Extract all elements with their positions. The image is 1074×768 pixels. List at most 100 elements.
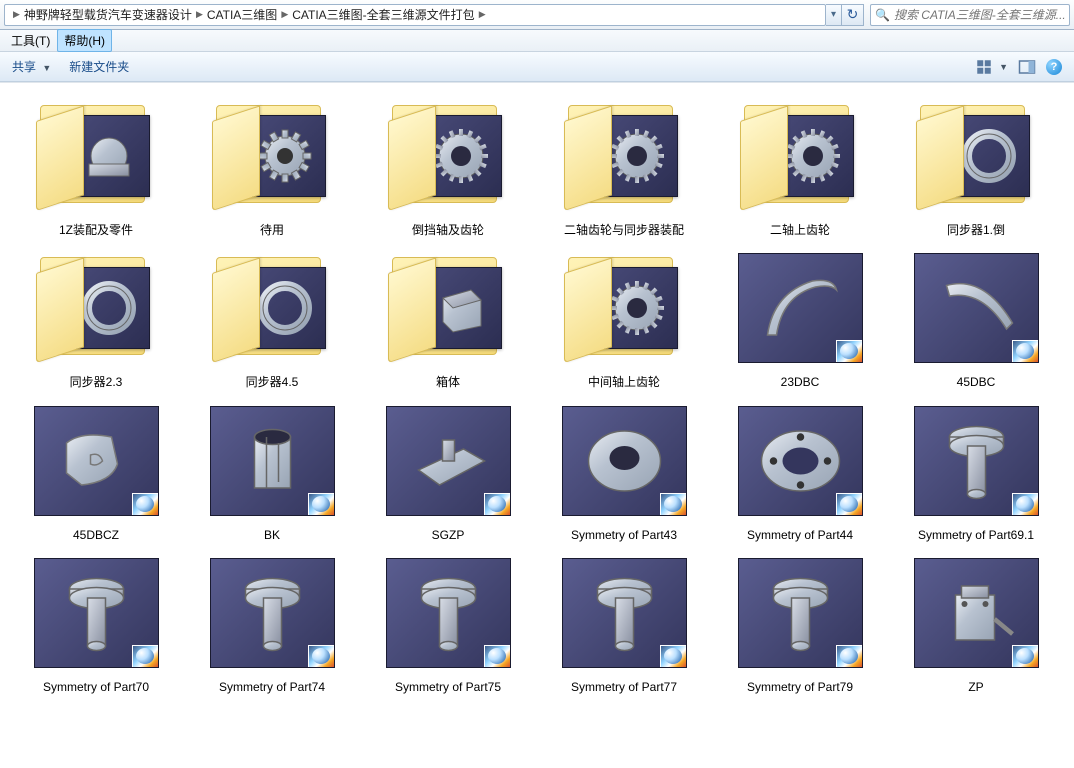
file-grid: 1Z装配及零件 待用 倒挡轴及齿轮 二轴齿轮与同步器装配 二轴上齿轮同步器1.倒同步器2… <box>0 82 1074 701</box>
catia-badge-icon <box>484 493 510 515</box>
chevron-icon: ▶ <box>475 9 490 20</box>
folder-item[interactable]: 倒挡轴及齿轮 <box>360 91 536 237</box>
thumbnail <box>26 396 166 526</box>
view-options-button[interactable]: ▼ <box>975 58 1008 76</box>
new-folder-button[interactable]: 新建文件夹 <box>69 58 129 75</box>
menu-tools[interactable]: 工具(T) <box>4 29 57 52</box>
help-button[interactable]: ? <box>1046 59 1062 75</box>
item-label: Symmetry of Part79 <box>747 680 853 694</box>
folder-item[interactable]: 中间轴上齿轮 <box>536 243 712 389</box>
file-item[interactable]: 23DBC <box>712 243 888 389</box>
item-label: 倒挡轴及齿轮 <box>412 223 484 237</box>
item-label: 待用 <box>260 223 284 237</box>
search-box[interactable]: 🔍 <box>870 4 1070 26</box>
catia-badge-icon <box>836 645 862 667</box>
thumbnail <box>26 91 166 221</box>
catia-badge-icon <box>1012 645 1038 667</box>
folder-item[interactable]: 二轴齿轮与同步器装配 <box>536 91 712 237</box>
search-input[interactable] <box>894 8 1065 22</box>
thumbnail <box>26 243 166 373</box>
file-item[interactable]: Symmetry of Part77 <box>536 548 712 694</box>
item-label: 中间轴上齿轮 <box>588 375 660 389</box>
file-item[interactable]: Symmetry of Part43 <box>536 396 712 542</box>
catia-badge-icon <box>1012 493 1038 515</box>
catia-badge-icon <box>132 493 158 515</box>
item-label: 23DBC <box>781 375 820 389</box>
breadcrumb-segment[interactable]: CATIA三维图 <box>207 6 277 23</box>
folder-item[interactable]: 待用 <box>184 91 360 237</box>
file-item[interactable]: SGZP <box>360 396 536 542</box>
folder-item[interactable]: 同步器1.倒 <box>888 91 1064 237</box>
folder-item[interactable]: 箱体 <box>360 243 536 389</box>
chevron-icon: ▶ <box>9 9 24 20</box>
file-item[interactable]: Symmetry of Part69.1 <box>888 396 1064 542</box>
thumbnail <box>378 91 518 221</box>
item-label: Symmetry of Part75 <box>395 680 501 694</box>
catia-badge-icon <box>836 340 862 362</box>
thumbnail <box>378 548 518 678</box>
file-item[interactable]: 45DBCZ <box>8 396 184 542</box>
search-icon: 🔍 <box>875 8 890 22</box>
thumbnail <box>554 91 694 221</box>
catia-badge-icon <box>660 493 686 515</box>
breadcrumb-segment[interactable]: 神野牌轻型载货汽车变速器设计 <box>24 6 192 23</box>
breadcrumb[interactable]: ▶ 神野牌轻型载货汽车变速器设计 ▶ CATIA三维图 ▶ CATIA三维图-全… <box>4 4 826 26</box>
item-label: 二轴齿轮与同步器装配 <box>564 223 684 237</box>
catia-badge-icon <box>1012 340 1038 362</box>
dropdown-arrow-icon: ▼ <box>42 63 51 73</box>
folder-item[interactable]: 同步器4.5 <box>184 243 360 389</box>
item-label: Symmetry of Part69.1 <box>918 528 1034 542</box>
chevron-icon: ▶ <box>277 9 292 20</box>
item-label: Symmetry of Part70 <box>43 680 149 694</box>
file-item[interactable]: Symmetry of Part44 <box>712 396 888 542</box>
file-item[interactable]: Symmetry of Part70 <box>8 548 184 694</box>
thumbnail <box>730 243 870 373</box>
thumbnail <box>554 243 694 373</box>
folder-item[interactable]: 二轴上齿轮 <box>712 91 888 237</box>
thumbnail <box>906 548 1046 678</box>
file-item[interactable]: BK <box>184 396 360 542</box>
folder-item[interactable]: 1Z装配及零件 <box>8 91 184 237</box>
thumbnail <box>906 396 1046 526</box>
file-item[interactable]: 45DBC <box>888 243 1064 389</box>
folder-item[interactable]: 同步器2.3 <box>8 243 184 389</box>
thumbnail <box>202 243 342 373</box>
breadcrumb-segment[interactable]: CATIA三维图-全套三维源文件打包 <box>292 6 474 23</box>
address-bar: ▶ 神野牌轻型载货汽车变速器设计 ▶ CATIA三维图 ▶ CATIA三维图-全… <box>0 0 1074 30</box>
item-label: 1Z装配及零件 <box>59 223 133 237</box>
item-label: BK <box>264 528 280 542</box>
thumbnail <box>554 396 694 526</box>
thumbnail <box>26 548 166 678</box>
file-item[interactable]: Symmetry of Part79 <box>712 548 888 694</box>
item-label: 同步器1.倒 <box>947 223 1005 237</box>
item-label: Symmetry of Part44 <box>747 528 853 542</box>
chevron-icon: ▶ <box>192 9 207 20</box>
catia-badge-icon <box>660 645 686 667</box>
catia-badge-icon <box>308 493 334 515</box>
item-label: SGZP <box>432 528 465 542</box>
menu-help[interactable]: 帮助(H) <box>57 29 112 52</box>
thumbnail <box>730 548 870 678</box>
item-label: 箱体 <box>436 375 460 389</box>
thumbnail <box>378 243 518 373</box>
item-label: 同步器2.3 <box>70 375 123 389</box>
thumbnail <box>202 396 342 526</box>
catia-badge-icon <box>836 493 862 515</box>
thumbnail <box>202 91 342 221</box>
preview-pane-button[interactable] <box>1018 58 1036 76</box>
thumbnail <box>554 548 694 678</box>
item-label: Symmetry of Part43 <box>571 528 677 542</box>
refresh-button[interactable]: ↻ <box>842 4 864 26</box>
item-label: Symmetry of Part74 <box>219 680 325 694</box>
thumbnail <box>906 91 1046 221</box>
dropdown-arrow-icon: ▼ <box>999 62 1008 72</box>
share-button[interactable]: 共享 ▼ <box>12 58 51 75</box>
menu-bar: 工具(T) 帮助(H) <box>0 30 1074 52</box>
item-label: ZP <box>968 680 983 694</box>
item-label: 45DBCZ <box>73 528 119 542</box>
file-item[interactable]: ZP <box>888 548 1064 694</box>
file-item[interactable]: Symmetry of Part75 <box>360 548 536 694</box>
thumbnail <box>730 91 870 221</box>
breadcrumb-dropdown[interactable]: ▾ <box>826 4 842 26</box>
file-item[interactable]: Symmetry of Part74 <box>184 548 360 694</box>
